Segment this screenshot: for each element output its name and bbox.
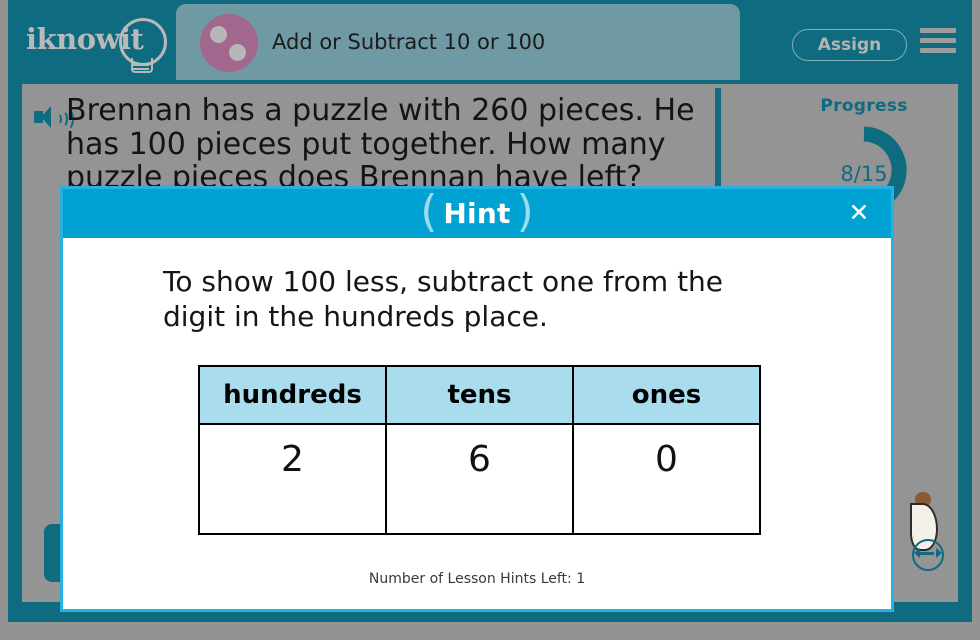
table-header-row: hundreds tens ones bbox=[198, 365, 761, 425]
speaker-cone bbox=[41, 106, 51, 128]
resize-bar bbox=[918, 552, 934, 555]
hint-text: To show 100 less, subtract one from the … bbox=[163, 265, 724, 333]
assign-button[interactable]: Assign bbox=[792, 29, 907, 61]
hints-left-status: Number of Lesson Hints Left: 1 bbox=[368, 571, 586, 587]
hint-modal-header: ( Hint ) ✕ bbox=[63, 189, 891, 238]
table-row: 2 6 0 bbox=[198, 423, 761, 535]
progress-value: 8/15 bbox=[840, 162, 888, 186]
resize-arrow-right bbox=[936, 548, 942, 558]
lesson-dots-icon bbox=[200, 14, 258, 72]
table-cell-tens: 6 bbox=[385, 423, 574, 535]
top-bar: iknowit Add or Subtract 10 or 100 Assign bbox=[8, 0, 972, 80]
hint-modal-body: To show 100 less, subtract one from the … bbox=[63, 238, 891, 609]
lightbulb-line-icon bbox=[131, 68, 149, 70]
resize-horizontal-icon[interactable] bbox=[912, 539, 944, 571]
table-cell-hundreds: 2 bbox=[198, 423, 387, 535]
table-header-tens: tens bbox=[385, 365, 574, 425]
hamburger-bar bbox=[920, 38, 956, 43]
table-cell-ones: 0 bbox=[572, 423, 761, 535]
lesson-dot bbox=[229, 44, 246, 61]
lesson-title: Add or Subtract 10 or 100 bbox=[272, 30, 546, 54]
resize-arrow-left bbox=[914, 548, 920, 558]
table-header-ones: ones bbox=[572, 365, 761, 425]
question-text: Brennan has a puzzle with 260 pieces. He… bbox=[66, 93, 695, 196]
hint-modal: ( Hint ) ✕ To show 100 less, subtract on… bbox=[60, 186, 894, 612]
lesson-title-tab: Add or Subtract 10 or 100 bbox=[176, 4, 740, 80]
hamburger-bar bbox=[920, 48, 956, 53]
app-stage: iknowit Add or Subtract 10 or 100 Assign bbox=[0, 0, 980, 640]
table-header-hundreds: hundreds bbox=[198, 365, 387, 425]
decorative-paren-left: ( bbox=[420, 185, 438, 237]
hint-modal-title-wrap: ( Hint ) bbox=[63, 189, 891, 238]
hint-modal-title: Hint bbox=[443, 197, 511, 230]
hamburger-bar bbox=[920, 28, 956, 33]
place-value-table: hundreds tens ones 2 6 0 bbox=[198, 365, 761, 535]
brand-logo[interactable]: iknowit bbox=[26, 14, 167, 73]
progress-label: Progress bbox=[820, 96, 908, 116]
hamburger-menu-icon[interactable] bbox=[920, 26, 956, 56]
close-icon[interactable]: ✕ bbox=[845, 198, 873, 228]
decorative-paren-right: ) bbox=[516, 185, 534, 237]
lightbulb-line-icon bbox=[131, 64, 149, 66]
lesson-dot bbox=[210, 26, 227, 43]
speaker-icon[interactable] bbox=[34, 104, 74, 131]
